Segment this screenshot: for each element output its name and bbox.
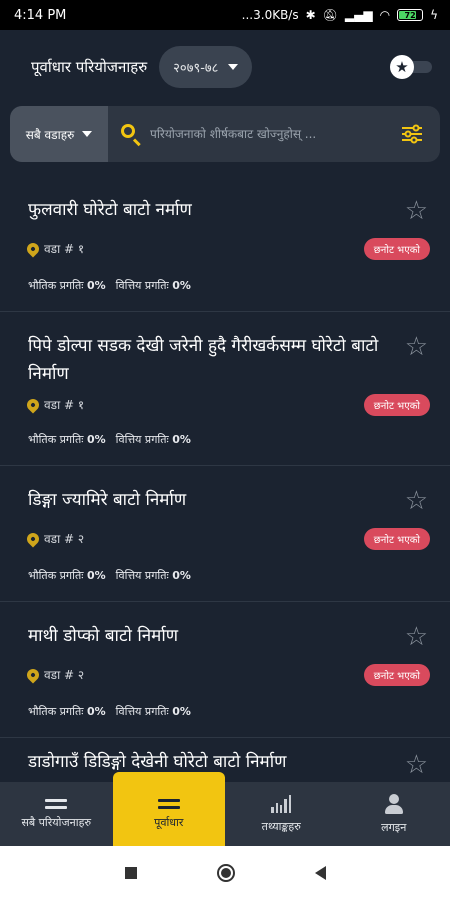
search-bar: सबै वडाहरु: [10, 106, 440, 162]
star-outline-icon[interactable]: ☆: [405, 624, 428, 650]
star-outline-icon[interactable]: ☆: [405, 488, 428, 514]
home-button[interactable]: [216, 864, 235, 882]
status-bar: 4:14 PM ...3.0KB/s ✱ 🔕︎ ▂▄▆ ◠ 72 ϟ: [0, 0, 450, 30]
chevron-down-icon: [228, 64, 239, 70]
project-card[interactable]: पिपे डोल्पा सडक देखी जरेनी हुदै गैरीखर्क…: [0, 312, 450, 466]
progress-info: भौतिक प्रगतिः 0% वित्तिय प्रगतिः 0%: [28, 432, 191, 447]
ward-label: वडा # १: [44, 398, 85, 412]
project-card[interactable]: माथी डोप्को बाटो निर्माण ☆ वडा # २ छनोट …: [0, 602, 450, 738]
ward-info: वडा # १: [24, 396, 85, 413]
network-speed: ...3.0KB/s: [241, 8, 299, 22]
battery-icon: 72: [397, 9, 424, 21]
progress-info: भौतिक प्रगतिः 0% वित्तिय प्रगतिः 0%: [28, 568, 191, 583]
project-card[interactable]: फुलवारी घोरेटो बाटो नर्माण ☆ वडा # १ छनो…: [0, 176, 450, 312]
nav-label: लगइन: [381, 820, 407, 834]
ward-filter-label: सबै वडाहरु: [25, 127, 75, 142]
ward-filter-dropdown[interactable]: सबै वडाहरु: [10, 106, 108, 162]
location-pin-icon: [24, 240, 42, 257]
status-badge: छनोट भएको: [363, 528, 430, 550]
ward-label: वडा # २: [44, 668, 85, 682]
app-header: पूर्वाधार परियोजनाहरु २०७९-७८ ★: [0, 30, 450, 104]
physical-progress: भौतिक प्रगतिः 0%: [28, 433, 106, 446]
financial-progress: वित्तिय प्रगतिः 0%: [115, 705, 191, 718]
user-icon: [383, 793, 405, 814]
recents-button[interactable]: [124, 867, 137, 879]
financial-progress: वित्तिय प्रगतिः 0%: [115, 569, 191, 582]
nav-label: तथ्याङ्कहरु: [261, 819, 301, 833]
mute-icon: 🔕︎: [322, 8, 338, 22]
nav-label: पूर्वाधार: [154, 815, 184, 829]
battery-level: 72: [404, 10, 416, 20]
physical-progress: भौतिक प्रगतिः 0%: [28, 279, 106, 292]
financial-progress: वित्तिय प्रगतिः 0%: [115, 279, 191, 292]
list-icon: [45, 798, 68, 809]
ward-label: वडा # २: [44, 532, 85, 546]
project-title: पिपे डोल्पा सडक देखी जरेनी हुदै गैरीखर्क…: [28, 336, 379, 384]
ward-info: वडा # २: [24, 666, 85, 683]
physical-progress: भौतिक प्रगतिः 0%: [28, 569, 106, 582]
ward-info: वडा # १: [24, 240, 85, 257]
status-indicators: ...3.0KB/s ✱ 🔕︎ ▂▄▆ ◠ 72 ϟ: [242, 8, 438, 22]
status-badge: छनोट भएको: [363, 664, 430, 686]
search-icon: [120, 123, 142, 147]
wifi-icon: ◠: [379, 8, 391, 22]
project-title: डिङ्गा ज्यामिरे बाटो निर्माण: [28, 490, 187, 510]
star-outline-icon[interactable]: ☆: [405, 198, 428, 224]
bluetooth-icon: ✱: [305, 8, 316, 22]
location-pin-icon: [24, 666, 42, 683]
project-card[interactable]: डाडोगाउँ डिडिङ्गो देखेनी घोरेटो बाटो निर…: [0, 738, 450, 782]
sliders-icon[interactable]: [392, 106, 432, 162]
status-badge: छनोट भएको: [363, 238, 430, 260]
fiscal-year-value: २०७९-७८: [173, 61, 219, 76]
page-title: पूर्वाधार परियोजनाहरु: [31, 58, 148, 76]
project-card[interactable]: डिङ्गा ज्यामिरे बाटो निर्माण ☆ वडा # २ छ…: [0, 466, 450, 602]
nav-all-projects[interactable]: सबै परियोजनाहरु: [0, 782, 113, 846]
ward-label: वडा # १: [44, 242, 85, 256]
progress-info: भौतिक प्रगतिः 0% वित्तिय प्रगतिः 0%: [28, 278, 191, 293]
star-outline-icon[interactable]: ☆: [405, 334, 428, 360]
project-title: फुलवारी घोरेटो बाटो नर्माण: [28, 200, 192, 220]
status-time: 4:14 PM: [14, 7, 67, 23]
system-nav-bar: [0, 846, 450, 900]
star-icon: ★: [390, 55, 414, 79]
progress-info: भौतिक प्रगतिः 0% वित्तिय प्रगतिः 0%: [28, 704, 191, 719]
location-pin-icon: [24, 530, 42, 547]
nav-label: सबै परियोजनाहरु: [21, 815, 92, 829]
search-input[interactable]: [150, 106, 392, 162]
status-badge: छनोट भएको: [363, 394, 430, 416]
ward-info: वडा # २: [24, 530, 85, 547]
nav-statistics[interactable]: तथ्याङ्कहरु: [225, 782, 338, 846]
bottom-nav: सबै परियोजनाहरु पूर्वाधार तथ्याङ्कहरु लग…: [0, 772, 450, 846]
charging-icon: ϟ: [430, 8, 438, 22]
nav-login[interactable]: लगइन: [338, 782, 450, 846]
project-list: फुलवारी घोरेटो बाटो नर्माण ☆ वडा # १ छनो…: [0, 176, 450, 782]
bar-chart-icon: [271, 794, 292, 813]
star-outline-icon[interactable]: ☆: [405, 752, 428, 778]
favorites-toggle[interactable]: ★: [390, 55, 434, 79]
physical-progress: भौतिक प्रगतिः 0%: [28, 705, 106, 718]
nav-infrastructure[interactable]: पूर्वाधार: [112, 772, 225, 846]
fiscal-year-dropdown[interactable]: २०७९-७८: [159, 46, 253, 88]
back-button[interactable]: [314, 866, 326, 880]
signal-icon: ▂▄▆: [344, 8, 373, 22]
chevron-down-icon: [82, 131, 93, 137]
list-icon: [157, 798, 180, 809]
project-title: माथी डोप्को बाटो निर्माण: [28, 626, 179, 646]
location-pin-icon: [24, 396, 42, 413]
financial-progress: वित्तिय प्रगतिः 0%: [115, 433, 191, 446]
